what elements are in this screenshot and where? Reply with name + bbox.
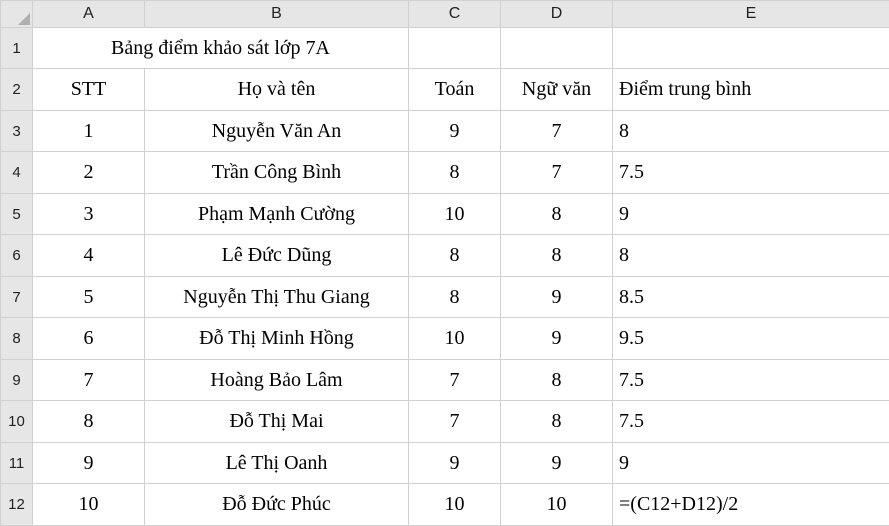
cell-E3[interactable]: 8 [613,110,889,152]
row-header-12[interactable]: 12 [1,484,33,526]
cell-B8[interactable]: Đỗ Thị Minh Hồng [145,318,409,360]
spreadsheet-grid[interactable]: A B C D E 1 Bảng điểm khảo sát lớp 7A 2 … [0,0,889,526]
cell-E9[interactable]: 7.5 [613,359,889,401]
col-header-A[interactable]: A [33,1,145,28]
cell-D1[interactable] [501,27,613,69]
cell-title[interactable]: Bảng điểm khảo sát lớp 7A [33,27,409,69]
cell-D11[interactable]: 9 [501,442,613,484]
cell-C10[interactable]: 7 [409,401,501,443]
cell-E5[interactable]: 9 [613,193,889,235]
cell-A3[interactable]: 1 [33,110,145,152]
cell-B11[interactable]: Lê Thị Oanh [145,442,409,484]
cell-B10[interactable]: Đỗ Thị Mai [145,401,409,443]
cell-B12[interactable]: Đỗ Đức Phúc [145,484,409,526]
cell-header-math[interactable]: Toán [409,69,501,111]
cell-C12[interactable]: 10 [409,484,501,526]
cell-B5[interactable]: Phạm Mạnh Cường [145,193,409,235]
cell-header-avg[interactable]: Điểm trung bình [613,69,889,111]
row-header-5[interactable]: 5 [1,193,33,235]
cell-D8[interactable]: 9 [501,318,613,360]
cell-D4[interactable]: 7 [501,152,613,194]
cell-E12[interactable]: =(C12+D12)/2 [613,484,889,526]
cell-E7[interactable]: 8.5 [613,276,889,318]
row-header-2[interactable]: 2 [1,69,33,111]
cell-D3[interactable]: 7 [501,110,613,152]
row-header-10[interactable]: 10 [1,401,33,443]
cell-B6[interactable]: Lê Đức Dũng [145,235,409,277]
select-all-corner[interactable] [1,1,33,28]
cell-C7[interactable]: 8 [409,276,501,318]
cell-A6[interactable]: 4 [33,235,145,277]
cell-E8[interactable]: 9.5 [613,318,889,360]
row-header-9[interactable]: 9 [1,359,33,401]
cell-B4[interactable]: Trần Công Bình [145,152,409,194]
col-header-B[interactable]: B [145,1,409,28]
cell-E11[interactable]: 9 [613,442,889,484]
cell-B9[interactable]: Hoàng Bảo Lâm [145,359,409,401]
cell-E6[interactable]: 8 [613,235,889,277]
cell-header-lit[interactable]: Ngữ văn [501,69,613,111]
cell-A10[interactable]: 8 [33,401,145,443]
col-header-D[interactable]: D [501,1,613,28]
cell-C9[interactable]: 7 [409,359,501,401]
cell-A4[interactable]: 2 [33,152,145,194]
cell-D7[interactable]: 9 [501,276,613,318]
cell-A12[interactable]: 10 [33,484,145,526]
cell-B3[interactable]: Nguyễn Văn An [145,110,409,152]
cell-C1[interactable] [409,27,501,69]
cell-C8[interactable]: 10 [409,318,501,360]
cell-A5[interactable]: 3 [33,193,145,235]
cell-C5[interactable]: 10 [409,193,501,235]
row-header-8[interactable]: 8 [1,318,33,360]
cell-C6[interactable]: 8 [409,235,501,277]
cell-D10[interactable]: 8 [501,401,613,443]
cell-header-stt[interactable]: STT [33,69,145,111]
cell-D5[interactable]: 8 [501,193,613,235]
col-header-E[interactable]: E [613,1,889,28]
cell-A8[interactable]: 6 [33,318,145,360]
cell-header-name[interactable]: Họ và tên [145,69,409,111]
cell-C4[interactable]: 8 [409,152,501,194]
cell-D12[interactable]: 10 [501,484,613,526]
row-header-3[interactable]: 3 [1,110,33,152]
row-header-4[interactable]: 4 [1,152,33,194]
cell-E4[interactable]: 7.5 [613,152,889,194]
col-header-C[interactable]: C [409,1,501,28]
row-header-11[interactable]: 11 [1,442,33,484]
cell-C11[interactable]: 9 [409,442,501,484]
cell-C3[interactable]: 9 [409,110,501,152]
cell-D6[interactable]: 8 [501,235,613,277]
cell-A7[interactable]: 5 [33,276,145,318]
cell-A9[interactable]: 7 [33,359,145,401]
cell-B7[interactable]: Nguyễn Thị Thu Giang [145,276,409,318]
row-header-1[interactable]: 1 [1,27,33,69]
cell-D9[interactable]: 8 [501,359,613,401]
cell-E1[interactable] [613,27,889,69]
row-header-6[interactable]: 6 [1,235,33,277]
row-header-7[interactable]: 7 [1,276,33,318]
cell-E10[interactable]: 7.5 [613,401,889,443]
cell-A11[interactable]: 9 [33,442,145,484]
